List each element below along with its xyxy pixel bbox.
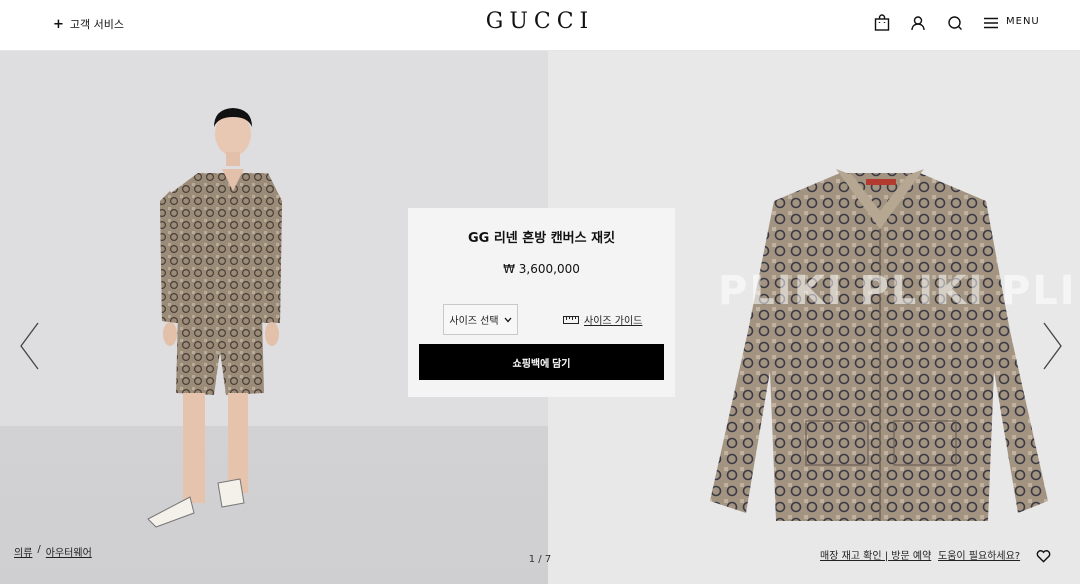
search-icon[interactable] xyxy=(946,14,964,32)
menu-icon[interactable] xyxy=(982,14,1000,32)
size-guide-label: 사이즈 가이드 xyxy=(584,316,643,327)
product-price: ₩ 3,600,000 xyxy=(503,262,580,276)
size-select[interactable]: 사이즈 선택 xyxy=(443,304,518,335)
chevron-right-icon[interactable] xyxy=(1042,321,1064,371)
help-link[interactable]: 도움이 필요하세요? xyxy=(938,547,1020,562)
site-header: + 고객 서비스 GUCCI MENU xyxy=(0,0,1080,51)
store-stock-link[interactable]: 매장 재고 확인 | 방문 예약 xyxy=(820,547,931,562)
chevron-left-icon[interactable] xyxy=(18,321,40,371)
size-guide-link[interactable]: 사이즈 가이드 xyxy=(563,312,642,327)
add-to-bag-button[interactable]: 쇼핑백에 담기 xyxy=(419,344,664,380)
menu-label[interactable]: MENU xyxy=(1006,16,1040,27)
product-title: GG 리넨 혼방 캔버스 재킷 xyxy=(467,231,616,246)
shopping-bag-icon[interactable] xyxy=(873,14,891,32)
size-select-label: 사이즈 선택 xyxy=(449,316,499,327)
watermark: PLIKI PLIKI PLIKI xyxy=(718,268,1080,314)
product-info-card: GG 리넨 혼방 캔버스 재킷 ₩ 3,600,000 사이즈 선택 사이즈 가… xyxy=(408,208,675,397)
ruler-icon xyxy=(563,315,579,324)
chevron-down-icon xyxy=(504,317,512,322)
heart-icon[interactable] xyxy=(1036,549,1051,563)
user-icon[interactable] xyxy=(909,14,927,32)
